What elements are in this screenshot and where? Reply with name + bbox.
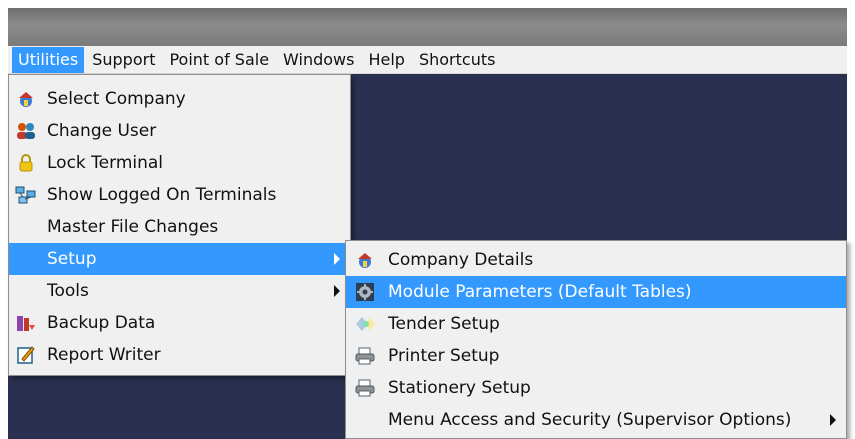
menu-item-label: Tender Setup xyxy=(388,314,500,334)
menu-item-tender-setup[interactable]: Tender Setup xyxy=(346,308,846,340)
submenu-arrow-icon xyxy=(334,285,340,297)
menu-support[interactable]: Support xyxy=(86,47,161,73)
menu-item-menu-access-security[interactable]: Menu Access and Security (Supervisor Opt… xyxy=(346,404,846,436)
menu-shortcuts[interactable]: Shortcuts xyxy=(413,47,501,73)
menu-item-label: Stationery Setup xyxy=(388,378,531,398)
menu-item-label: Module Parameters (Default Tables) xyxy=(388,282,692,302)
backup-icon xyxy=(15,312,37,334)
setup-submenu: Company Details Module Parameters (Defau… xyxy=(345,240,847,439)
menu-item-select-company[interactable]: Select Company xyxy=(9,83,350,115)
menu-item-label: Backup Data xyxy=(47,313,156,333)
menu-item-label: Report Writer xyxy=(47,345,161,365)
house-globe-icon xyxy=(15,88,37,110)
gear-icon xyxy=(354,281,376,303)
menu-item-show-logged-on-terminals[interactable]: Show Logged On Terminals xyxy=(9,179,350,211)
menu-item-report-writer[interactable]: Report Writer xyxy=(9,339,350,371)
menu-point-of-sale[interactable]: Point of Sale xyxy=(163,47,275,73)
submenu-arrow-icon xyxy=(830,414,836,426)
users-icon xyxy=(15,120,37,142)
menu-item-change-user[interactable]: Change User xyxy=(9,115,350,147)
menu-item-lock-terminal[interactable]: Lock Terminal xyxy=(9,147,350,179)
padlock-icon xyxy=(15,152,37,174)
menu-item-module-parameters[interactable]: Module Parameters (Default Tables) xyxy=(346,276,846,308)
report-writer-icon xyxy=(15,344,37,366)
menu-item-tools[interactable]: Tools xyxy=(9,275,350,307)
printer-icon xyxy=(354,345,376,367)
network-computers-icon xyxy=(15,184,37,206)
utilities-menu: Select Company Change User Lock Terminal… xyxy=(8,74,351,376)
menu-item-company-details[interactable]: Company Details xyxy=(346,244,846,276)
menu-item-label: Master File Changes xyxy=(47,217,219,237)
menu-bar: Utilities Support Point of Sale Windows … xyxy=(8,46,847,74)
menu-item-label: Show Logged On Terminals xyxy=(47,185,277,205)
house-globe-icon xyxy=(354,249,376,271)
menu-windows[interactable]: Windows xyxy=(277,47,360,73)
menu-item-label: Company Details xyxy=(388,250,534,270)
menu-item-label: Setup xyxy=(47,249,97,269)
title-bar xyxy=(8,8,847,46)
menu-item-label: Menu Access and Security (Supervisor Opt… xyxy=(388,410,792,430)
menu-item-label: Select Company xyxy=(47,89,186,109)
menu-item-label: Tools xyxy=(47,281,89,301)
menu-item-label: Lock Terminal xyxy=(47,153,164,173)
menu-item-master-file-changes[interactable]: Master File Changes xyxy=(9,211,350,243)
menu-item-setup[interactable]: Setup xyxy=(9,243,350,275)
printer-icon xyxy=(354,377,376,399)
menu-item-stationery-setup[interactable]: Stationery Setup xyxy=(346,372,846,404)
menu-item-label: Printer Setup xyxy=(388,346,500,366)
submenu-arrow-icon xyxy=(334,253,340,265)
menu-item-printer-setup[interactable]: Printer Setup xyxy=(346,340,846,372)
menu-item-label: Change User xyxy=(47,121,157,141)
tender-icon xyxy=(354,313,376,335)
menu-help[interactable]: Help xyxy=(362,47,410,73)
menu-utilities[interactable]: Utilities xyxy=(12,46,85,73)
menu-item-backup-data[interactable]: Backup Data xyxy=(9,307,350,339)
